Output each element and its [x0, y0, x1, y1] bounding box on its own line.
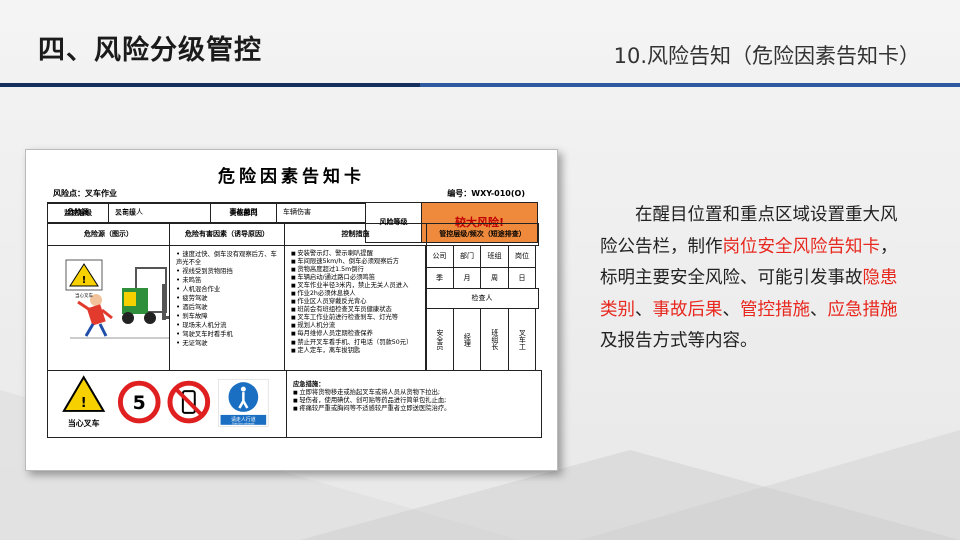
header-control-frequency: 管控层级/频次（短途排查） — [426, 223, 539, 246]
walkway-sign: 请走人行道 Take the sidewalk — [218, 378, 269, 428]
inspector-role: 经理 — [453, 308, 481, 372]
forklift-accident-illustration: ! 当心叉车 — [62, 254, 169, 342]
measure-item: 货物高度超过1.5m倒行 — [291, 266, 420, 274]
text-segment: 、 — [635, 299, 653, 320]
factor-item: 人机混合作业 — [176, 285, 278, 294]
emergency-measures: 应急措施： 立即将货物移走或抬起叉车或将人员从货物下拉出; 轻伤者，使用碘伏、创… — [286, 370, 542, 438]
freq-header: 部门 — [453, 245, 481, 268]
emergency-label: 应急措施： — [293, 381, 325, 388]
inspector-label: 检查人 — [425, 288, 539, 309]
emergency-item: 疼痛较严重或胸闷等不适感较严重者立即送医院治疗。 — [293, 405, 535, 413]
warning-sign-label: 当心叉车 — [68, 418, 100, 428]
factor-item: 现场未人机分流 — [176, 321, 278, 330]
no-phone-sign — [167, 380, 211, 424]
measure-item: 定人定车，离车拔钥匙 — [291, 347, 420, 355]
text-highlight: 管控措施 — [740, 299, 810, 320]
forklift-warning-sign: ! 当心叉车 — [62, 375, 106, 428]
hazard-illustration: ! 当心叉车 — [47, 245, 170, 371]
svg-text:!: ! — [82, 275, 87, 286]
factor-item: 无证驾驶 — [176, 339, 278, 348]
slide-title: 四、风险分级管控 — [38, 35, 262, 66]
svg-text:!: ! — [81, 396, 87, 411]
freq-header: 岗位 — [508, 245, 536, 268]
control-measures-list: 安装警示灯、警示喇叭提醒 车间限速5km/h、倒车必须观察后方 货物高度超过1.… — [284, 245, 427, 371]
text-segment: 及报告方式等内容。 — [600, 331, 758, 351]
mini-sign-label: 当心叉车 — [75, 292, 93, 299]
text-segment: 、 — [722, 299, 741, 320]
emergency-item: 立即将货物移走或抬起叉车或将人员从货物下拉出; — [293, 389, 535, 397]
text-highlight: 事故后果 — [652, 299, 723, 320]
speed-limit-value: 5 — [133, 393, 146, 414]
value-control-level: 公司级 — [108, 203, 211, 223]
value-responsible-dept — [276, 203, 366, 223]
hazard-table: 危险源 叉车撞人 事故类型 车辆伤害 风险等级 较大风险! 监控层级 公司级 责… — [47, 202, 542, 438]
card-code: 编号：WXY-010(O) — [447, 189, 525, 198]
factor-item: 疲劳驾驶 — [176, 294, 278, 303]
freq-header: 公司 — [425, 245, 454, 268]
freq-header: 班组 — [480, 245, 509, 268]
factor-item: 驾驶叉车时看手机 — [176, 330, 278, 339]
factor-item: 刹车故障 — [176, 312, 278, 321]
header-harmful-factors: 危险有害因素（诱导原因） — [169, 223, 285, 246]
text-highlight: 应急措施 — [827, 299, 898, 320]
measure-item: 禁止开叉车看手机、打电话（罚款50元） — [291, 339, 420, 347]
frequency-panel: 公司 部门 班组 岗位 季 月 周 日 检查人 安全员 经理 班组长 叉车工 — [425, 245, 539, 372]
freq-value: 月 — [453, 266, 481, 290]
speed-limit-sign: 5 — [117, 380, 161, 424]
inspector-role: 叉车工 — [508, 308, 536, 372]
text-highlight: 岗位安全风险告知卡 — [722, 236, 881, 257]
measure-item: 安装警示灯、警示喇叭提醒 — [291, 250, 420, 258]
freq-value: 季 — [425, 266, 454, 290]
factor-item: 速度过快、倒车没有观察后方、车声光不全 — [176, 250, 278, 267]
harmful-factors-list: 速度过快、倒车没有观察后方、车声光不全 视线受到货物阻挡 未鸣笛 人机混合作业 … — [169, 245, 285, 371]
header-divider-accent — [0, 83, 420, 87]
freq-value: 周 — [480, 266, 509, 290]
walkway-sign-sub: Take the sidewalk — [232, 421, 255, 425]
label-control-level: 监控层级 — [47, 203, 109, 223]
measure-item: 车辆启动/通过路口必须鸣笛 — [291, 274, 420, 282]
risk-point-label: 风险点：叉车作业 — [53, 189, 117, 198]
measure-item: 每月维修人员定期检查保养 — [291, 330, 420, 338]
emergency-item: 轻伤者，使用碘伏、创可贴等药品进行简单包扎止血; — [293, 397, 535, 405]
factor-item: 酒后驾驶 — [176, 303, 278, 312]
freq-value: 日 — [508, 266, 536, 290]
text-segment: 、 — [810, 299, 828, 320]
safety-signs-graphic: ! 当心叉车 5 请走人行道 Take the sidewalk — [62, 375, 269, 428]
label-responsible-dept: 责任部门 — [210, 203, 277, 223]
factor-item: 视线受到货物阻挡 — [176, 267, 278, 276]
hazard-notice-card: 危险因素告知卡 风险点：叉车作业 编号：WXY-010(O) 危险源 叉车撞人 … — [25, 149, 558, 471]
label-risk-level: 风险等级 — [365, 202, 422, 243]
card-title: 危险因素告知卡 — [218, 167, 365, 187]
inspector-role: 班组长 — [480, 308, 509, 372]
slide-subtitle: 10.风险告知（危险因素告知卡） — [613, 44, 920, 68]
description-paragraph: 在醒目位置和重点区域设置重大风险公告栏，制作岗位安全风险告知卡，标明主要安全风险… — [600, 200, 912, 358]
inspector-role: 安全员 — [425, 308, 454, 372]
safety-signs: ! 当心叉车 5 请走人行道 Take the sidewalk — [47, 370, 287, 438]
measure-item: 车间限速5km/h、倒车必须观察后方 — [291, 258, 420, 266]
slide-header: 四、风险分级管控 10.风险告知（危险因素告知卡） — [0, 0, 960, 90]
header-hazard-illustration: 危险源（图示） — [47, 223, 170, 246]
factor-item: 未鸣笛 — [176, 276, 278, 285]
